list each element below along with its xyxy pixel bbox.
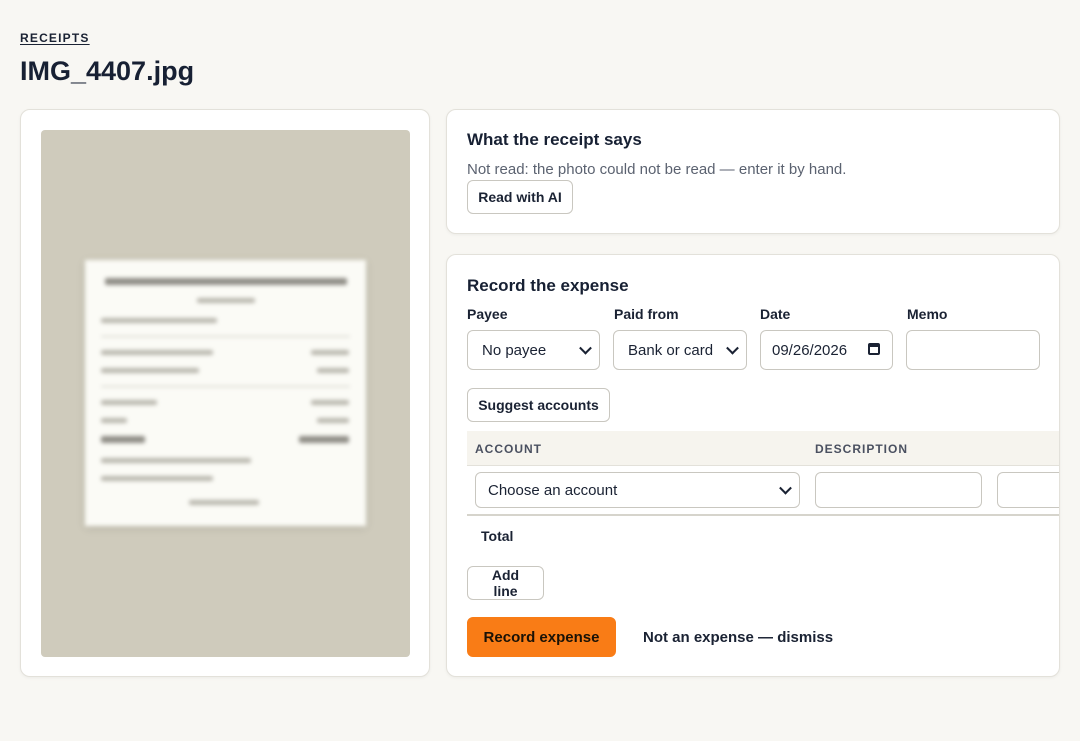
payee-label: Payee [467, 306, 508, 322]
account-select-value: Choose an account [488, 481, 618, 499]
total-label: Total [481, 528, 514, 544]
date-input-value: 09/26/2026 [772, 341, 848, 359]
receipt-photo [41, 130, 410, 657]
dismiss-link[interactable]: Not an expense — dismiss [643, 629, 833, 646]
record-expense-button[interactable]: Record expense [467, 617, 616, 657]
breadcrumb-receipts[interactable]: RECEIPTS [20, 31, 90, 45]
paid-from-select-value: Bank or card [628, 341, 714, 359]
memo-input[interactable] [906, 330, 1040, 370]
page-title: IMG_4407.jpg [20, 56, 195, 86]
reading-status: Not read: the photo could not be read — … [467, 161, 847, 178]
paid-from-select[interactable]: Bank or card [613, 330, 747, 370]
total-divider [467, 514, 1059, 516]
payee-select[interactable]: No payee [467, 330, 600, 370]
date-input[interactable]: 09/26/2026 [760, 330, 893, 370]
receipt-reading-card: What the receipt says Not read: the phot… [446, 109, 1060, 234]
calendar-icon[interactable] [868, 343, 880, 355]
chevron-down-icon [779, 481, 792, 495]
memo-label: Memo [907, 306, 948, 322]
suggest-accounts-button[interactable]: Suggest accounts [467, 388, 610, 422]
payee-select-value: No payee [482, 341, 547, 359]
record-expense-card: Record the expense Payee Paid from Date … [446, 254, 1060, 677]
receipt-review-page: RECEIPTS IMG_4407.jpg What the receipt s… [0, 0, 1080, 741]
chevron-down-icon [579, 341, 592, 355]
column-header-description: DESCRIPTION [815, 442, 909, 456]
receipt-photo-card [20, 109, 430, 677]
amount-input[interactable] [997, 472, 1059, 508]
read-with-ai-button[interactable]: Read with AI [467, 180, 573, 214]
reading-title: What the receipt says [467, 130, 642, 149]
date-label: Date [760, 306, 791, 322]
paid-from-label: Paid from [614, 306, 679, 322]
account-select[interactable]: Choose an account [475, 472, 800, 508]
chevron-down-icon [726, 341, 739, 355]
receipt-paper-image [85, 260, 366, 526]
lines-table-header: ACCOUNT DESCRIPTION [467, 431, 1059, 466]
add-line-button[interactable]: Add line [467, 566, 544, 600]
expense-title: Record the expense [467, 276, 629, 295]
description-input[interactable] [815, 472, 982, 508]
column-header-account: ACCOUNT [475, 442, 542, 456]
